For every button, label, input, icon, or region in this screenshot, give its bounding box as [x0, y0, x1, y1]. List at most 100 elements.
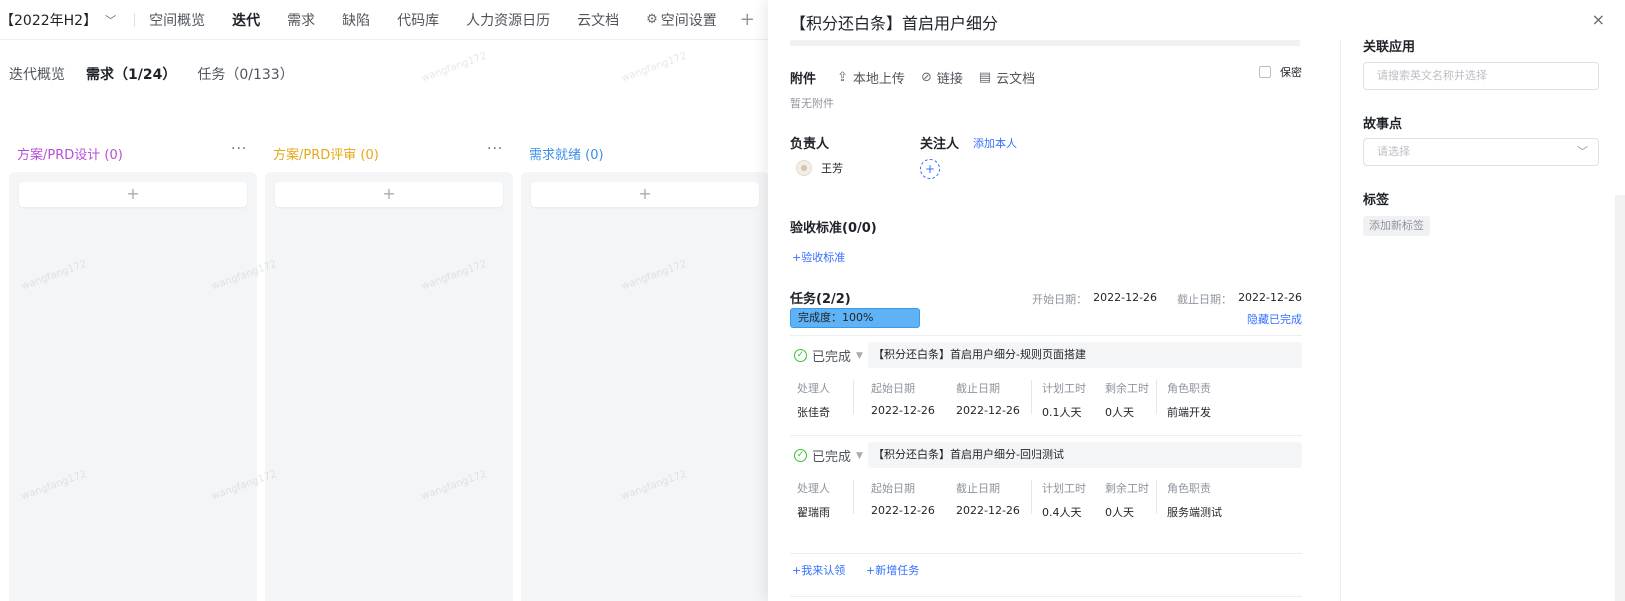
add-tag-button[interactable]: 添加新标签	[1363, 216, 1430, 236]
cell-value[interactable]: 0.1人天	[1042, 404, 1086, 420]
owner-chip[interactable]: 王芳	[796, 160, 843, 176]
tab-tasks[interactable]: 任务（0/133）	[197, 64, 293, 84]
nav-space-overview[interactable]: 空间概览	[149, 10, 205, 30]
upload-label: 本地上传	[852, 72, 905, 87]
attachments-row: 附件 ⇪ 本地上传 ⊘ 链接 ▤ 云文档	[790, 68, 1302, 87]
column-separator	[1031, 380, 1032, 414]
nav-cloud-docs[interactable]: 云文档	[577, 10, 619, 30]
divider	[790, 335, 1302, 336]
story-points-select[interactable]: 请选择 ﹀	[1363, 138, 1599, 166]
column-separator	[1031, 480, 1032, 514]
add-acceptance-link[interactable]: +验收标准	[792, 249, 845, 265]
attachments-label: 附件	[790, 72, 817, 87]
nav-space-settings[interactable]: ⚙ 空间设置	[646, 10, 717, 30]
followers-label: 关注人	[920, 137, 960, 152]
assignee-cell: 处理人 翟瑞雨	[797, 480, 830, 520]
task-status-dropdown[interactable]: ✓ 已完成 ▼	[794, 446, 863, 465]
cloud-doc-button[interactable]: ▤ 云文档	[979, 68, 1035, 87]
task-status: 已完成	[812, 450, 852, 465]
acceptance-title: 验收标准(0/0)	[790, 221, 877, 236]
nav-requirements[interactable]: 需求	[287, 10, 315, 30]
task-name-field[interactable]: 【积分还白条】首启用户细分-规则页面搭建	[868, 342, 1302, 368]
add-self-link[interactable]: 添加本人	[973, 135, 1017, 151]
remaining-hours-cell: 剩余工时 0人天	[1105, 480, 1149, 520]
avatar	[796, 160, 812, 176]
assignee-cell: 处理人 张佳奇	[797, 380, 830, 420]
add-task-link[interactable]: +新增任务	[866, 562, 919, 578]
col-header: 剩余工时	[1105, 382, 1149, 395]
col-header: 截止日期	[956, 382, 1000, 395]
confidential-label: 保密	[1280, 66, 1302, 79]
caret-down-icon: ▼	[856, 350, 863, 361]
col-header: 起始日期	[871, 482, 915, 495]
cell-value[interactable]: 0人天	[1105, 404, 1149, 420]
nav-defects[interactable]: 缺陷	[342, 10, 370, 30]
cell-value[interactable]: 2022-12-26	[956, 404, 1020, 417]
cell-value[interactable]: 2022-12-26	[871, 404, 935, 417]
column-ready: +	[521, 172, 769, 601]
tab-iteration-overview[interactable]: 迭代概览	[9, 64, 65, 84]
chevron-down-icon: ﹀	[105, 13, 117, 27]
link-button[interactable]: ⊘ 链接	[921, 68, 963, 87]
chevron-down-icon: ﹀	[1577, 145, 1588, 158]
cell-value[interactable]: 0人天	[1105, 504, 1149, 520]
claim-task-link[interactable]: +我来认领	[792, 562, 845, 578]
check-circle-icon: ✓	[794, 449, 807, 462]
column-header-ready: 需求就绪 (0)	[529, 144, 604, 163]
task-name-field[interactable]: 【积分还白条】首启用户细分-回归测试	[868, 442, 1302, 468]
progress-value: 100%	[842, 311, 874, 324]
nav-iteration[interactable]: 迭代	[232, 10, 260, 30]
task-item: ✓ 已完成 ▼ 【积分还白条】首启用户细分-规则页面搭建 处理人 张佳奇 起始日…	[790, 342, 1302, 428]
cell-value[interactable]: 前端开发	[1167, 404, 1211, 420]
scrollbar[interactable]	[1615, 195, 1625, 601]
col-header: 处理人	[797, 482, 830, 495]
nav-hr-calendar[interactable]: 人力资源日历	[466, 10, 550, 30]
close-icon[interactable]: ×	[1592, 10, 1605, 29]
cell-value[interactable]: 服务端测试	[1167, 504, 1222, 520]
column-prd-review: +	[265, 172, 513, 601]
cell-value[interactable]: 2022-12-26	[871, 504, 935, 517]
role-cell: 角色职责 前端开发	[1167, 380, 1211, 420]
col-header: 计划工时	[1042, 482, 1086, 495]
tasks-title: 任务(2/2)	[790, 292, 851, 307]
tab-requirements[interactable]: 需求（1/24）	[86, 64, 176, 84]
checkbox-box[interactable]	[1259, 66, 1271, 78]
cell-value[interactable]: 翟瑞雨	[797, 504, 830, 520]
confidential-checkbox[interactable]: 保密	[1259, 64, 1302, 80]
add-card-button[interactable]: +	[275, 182, 503, 207]
nav-space-settings-label: 空间设置	[660, 12, 717, 29]
progress-bar: 完成度：100%	[790, 308, 920, 328]
column-title: 方案/PRD评审 (0)	[273, 148, 379, 163]
related-app-input[interactable]: 请搜索英文名称并选择	[1363, 62, 1599, 90]
cell-value[interactable]: 0.4人天	[1042, 504, 1086, 520]
upload-button[interactable]: ⇪ 本地上传	[837, 68, 905, 87]
panel-divider	[1340, 40, 1341, 601]
add-follower-button[interactable]: +	[920, 159, 940, 179]
more-icon[interactable]: ···	[487, 141, 503, 157]
check-circle-icon: ✓	[794, 349, 807, 362]
more-icon[interactable]: ···	[231, 141, 247, 157]
end-date-cell: 截止日期 2022-12-26	[956, 380, 1020, 417]
app-root: 【2022年H2】 ﹀ 空间概览 迭代 需求 缺陷 代码库 人力资源日历 云文档…	[0, 0, 1625, 601]
nav-code-repo[interactable]: 代码库	[397, 10, 439, 30]
task-dates: 开始日期： 2022-12-26 截止日期： 2022-12-26	[1032, 291, 1302, 307]
hide-completed-link[interactable]: 隐藏已完成	[1247, 311, 1302, 327]
cell-value[interactable]: 2022-12-26	[956, 504, 1020, 517]
planned-hours-cell: 计划工时 0.4人天	[1042, 480, 1086, 520]
watermark: wangfang172	[420, 50, 489, 85]
add-card-button[interactable]: +	[531, 182, 759, 207]
people-section: 负责人 王芳 关注人 添加本人 +	[790, 133, 1302, 193]
iteration-selector[interactable]: 【2022年H2】 ﹀	[0, 10, 116, 30]
upload-icon: ⇪	[837, 70, 848, 85]
cell-value[interactable]: 张佳奇	[797, 404, 830, 420]
planned-hours-cell: 计划工时 0.1人天	[1042, 380, 1086, 420]
task-status-dropdown[interactable]: ✓ 已完成 ▼	[794, 346, 863, 365]
document-icon: ▤	[978, 70, 992, 85]
column-title: 需求就绪 (0)	[529, 148, 604, 163]
progress-label: 完成度：	[798, 311, 842, 324]
col-header: 截止日期	[956, 482, 1000, 495]
add-nav-icon[interactable]: +	[740, 9, 755, 30]
start-date-cell: 起始日期 2022-12-26	[871, 480, 935, 517]
link-label: 链接	[936, 72, 963, 87]
add-card-button[interactable]: +	[19, 182, 247, 207]
